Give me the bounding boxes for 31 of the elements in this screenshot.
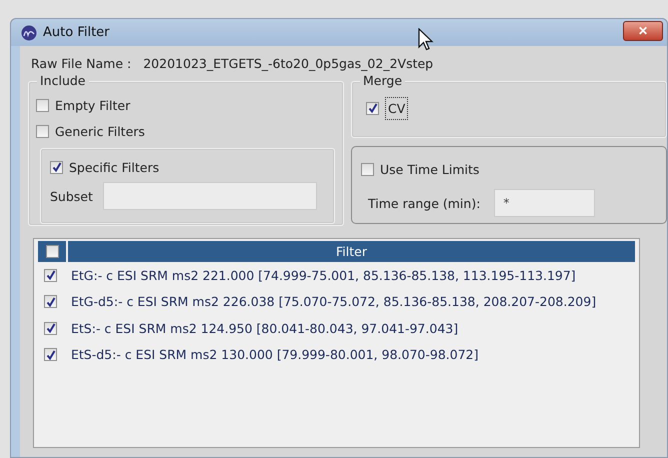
group-title: Merge: [360, 73, 406, 88]
subset-label: Subset: [50, 188, 93, 204]
group-title: Include: [37, 73, 89, 88]
select-all-checkbox[interactable]: [46, 245, 58, 258]
checkbox[interactable]: [44, 268, 57, 282]
checkbox-label: Generic Filters: [55, 124, 145, 138]
checkbox[interactable]: [44, 322, 57, 335]
mouse-cursor-icon: [418, 28, 434, 52]
checkbox[interactable]: [36, 124, 49, 138]
checkbox[interactable]: [361, 163, 374, 176]
raw-file-label: Raw File Name :: [31, 56, 132, 71]
table-cell: EtG:- c ESI SRM ms2 221.000 [74.999-75.001, 85.136-85.138, 113.195-113.197]: [71, 268, 576, 283]
checkbox[interactable]: [44, 348, 57, 362]
raw-file-name: 20201023_ETGETS_-6to20_0p5gas_02_2Vstep: [143, 56, 434, 71]
time-range-field[interactable]: *: [494, 189, 596, 217]
checkbox-label: CV: [385, 96, 408, 120]
checkbox-label: Specific Filters: [69, 160, 160, 174]
time-range-label: Time range (min):: [368, 196, 480, 210]
table-cell: EtG-d5:- c ESI SRM ms2 226.038 [75.070-75.072, 85.136-85.138, 208.207-208.209]: [71, 294, 596, 310]
window-title: Auto Filter: [43, 25, 110, 40]
table-cell: EtS:- c ESI SRM ms2 124.950 [80.041-80.043, 97.041-97.043]: [71, 320, 458, 336]
table-cell: EtS-d5:- c ESI SRM ms2 130.000 [79.999-80.001, 98.070-98.072]: [71, 347, 478, 362]
checkbox[interactable]: [36, 98, 49, 112]
app-logo-icon: [21, 24, 37, 40]
checkbox[interactable]: [50, 160, 63, 174]
checkbox-label: Empty Filter: [55, 98, 130, 112]
checkbox[interactable]: [44, 295, 57, 308]
column-header[interactable]: Filter: [68, 241, 635, 262]
checkbox[interactable]: [366, 102, 379, 114]
subset-field[interactable]: [102, 182, 317, 210]
checkbox-label: Use Time Limits: [380, 162, 480, 177]
